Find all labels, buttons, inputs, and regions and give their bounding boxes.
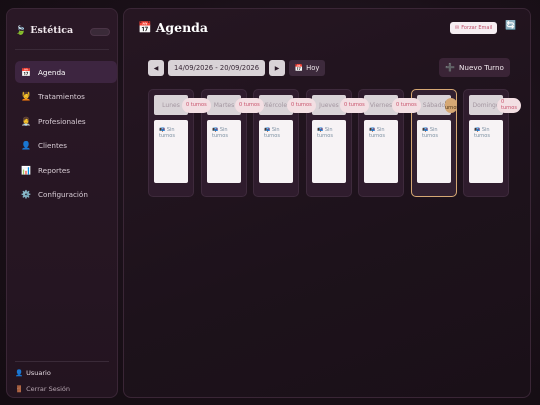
sidebar-item-label: Tratamientos	[38, 92, 85, 102]
empty-day-text: 📭 Sin turnos	[474, 127, 490, 140]
logout-label: Cerrar Sesión	[26, 385, 70, 393]
sidebar-item-label: Reportes	[38, 165, 70, 175]
date-range: 14/09/2026 - 20/09/2026	[168, 60, 265, 76]
mail-icon: ✉	[455, 25, 460, 31]
week-grid: Lunes 📭 Sin turnos 0 turnos Martes 📭 Sin tur…	[148, 89, 521, 199]
calendar-icon: 📅	[21, 67, 31, 77]
empty-day-text: 📭 Sin turnos	[159, 127, 175, 140]
calendar-icon: 📅	[294, 64, 304, 72]
divider	[15, 361, 109, 362]
empty-day-text: 📭 Sin turnos	[212, 127, 228, 140]
professional-icon: 👩‍⚕️	[21, 116, 31, 126]
sidebar-item-tratamientos[interactable]: 💆 Tratamientos	[15, 86, 117, 108]
door-icon: 🚪	[15, 385, 24, 393]
app-name: Estética	[30, 25, 74, 36]
user-info[interactable]: 👤 Usuario	[15, 369, 51, 377]
sidebar-item-label: Configuración	[38, 190, 88, 200]
day-slots[interactable]: 📭 Sin turnos	[417, 120, 451, 183]
brand[interactable]: 🍃 Estética	[15, 25, 73, 36]
appointment-count-badge: 0 turnos	[340, 98, 369, 113]
sidebar-item-clientes[interactable]: 👤 Clientes	[15, 135, 117, 157]
day-slots[interactable]: 📭 Sin turnos	[312, 120, 346, 183]
user-icon: 👤	[15, 369, 24, 377]
prev-week-button[interactable]: ◀	[148, 60, 164, 76]
force-email-button[interactable]: ✉ Forzar Email	[450, 22, 498, 34]
empty-day-text: 📭 Sin turnos	[422, 127, 438, 140]
refresh-icon[interactable]: 🔄	[505, 21, 516, 31]
sidebar-item-label: Agenda	[38, 67, 66, 77]
sidebar-item-label: Clientes	[38, 141, 67, 151]
sidebar-item-configuracion[interactable]: ⚙️ Configuración	[15, 184, 117, 206]
sidebar-item-profesionales[interactable]: 👩‍⚕️ Profesionales	[15, 110, 117, 132]
user-icon: 👤	[21, 141, 31, 151]
logout-button[interactable]: 🚪 Cerrar Sesión	[15, 385, 70, 393]
force-email-label: Forzar Email	[461, 25, 493, 31]
new-appointment-label: Nuevo Turno	[459, 63, 504, 72]
sidebar-nav: 📅 Agenda 💆 Tratamientos 👩‍⚕️ Profesionales 👤 Cl…	[15, 61, 117, 209]
today-button[interactable]: 📅 Hoy	[289, 60, 325, 76]
day-slots[interactable]: 📭 Sin turnos	[154, 120, 188, 183]
spa-icon: 💆	[21, 92, 31, 102]
day-slots[interactable]: 📭 Sin turnos	[364, 120, 398, 183]
next-week-button[interactable]: ▶	[269, 60, 285, 76]
appointment-count-badge: 0 turnos	[287, 98, 316, 113]
sidebar-item-agenda[interactable]: 📅 Agenda	[15, 61, 117, 83]
empty-day-text: 📭 Sin turnos	[369, 127, 385, 140]
sidebar: 🍃 Estética 📅 Agenda 💆 Tratamientos 👩‍⚕️ Profe…	[6, 8, 118, 398]
appointment-count-badge: 0 turnos	[445, 98, 457, 113]
main-panel: 📅 Agenda ✉ Forzar Email 🔄 ◀ 14/09/2026 -…	[123, 8, 531, 398]
page-title: 📅 Agenda	[138, 20, 208, 35]
appointment-count-badge: 0 turnos	[182, 98, 211, 113]
day-slots[interactable]: 📭 Sin turnos	[469, 120, 503, 183]
day-slots[interactable]: 📭 Sin turnos	[259, 120, 293, 183]
page-title-text: Agenda	[155, 20, 209, 35]
empty-day-text: 📭 Sin turnos	[317, 127, 333, 140]
user-label: Usuario	[26, 369, 51, 377]
empty-day-text: 📭 Sin turnos	[264, 127, 280, 140]
day-slots[interactable]: 📭 Sin turnos	[207, 120, 241, 183]
sidebar-toggle[interactable]	[90, 28, 110, 36]
appointment-count-badge: 0 turnos	[235, 98, 264, 113]
appointment-count-badge: 0 turnos	[497, 98, 521, 113]
appointment-count-badge: 0 turnos	[392, 98, 421, 113]
plus-icon: ➕	[445, 63, 456, 72]
gear-icon: ⚙️	[21, 190, 31, 200]
calendar-icon: 📅	[138, 21, 152, 34]
today-label: Hoy	[306, 64, 320, 72]
chart-icon: 📊	[21, 165, 31, 175]
leaf-icon: 🍃	[15, 25, 27, 36]
new-appointment-button[interactable]: ➕ Nuevo Turno	[439, 58, 510, 77]
sidebar-item-label: Profesionales	[38, 116, 86, 126]
divider	[15, 49, 109, 50]
sidebar-item-reportes[interactable]: 📊 Reportes	[15, 159, 117, 181]
